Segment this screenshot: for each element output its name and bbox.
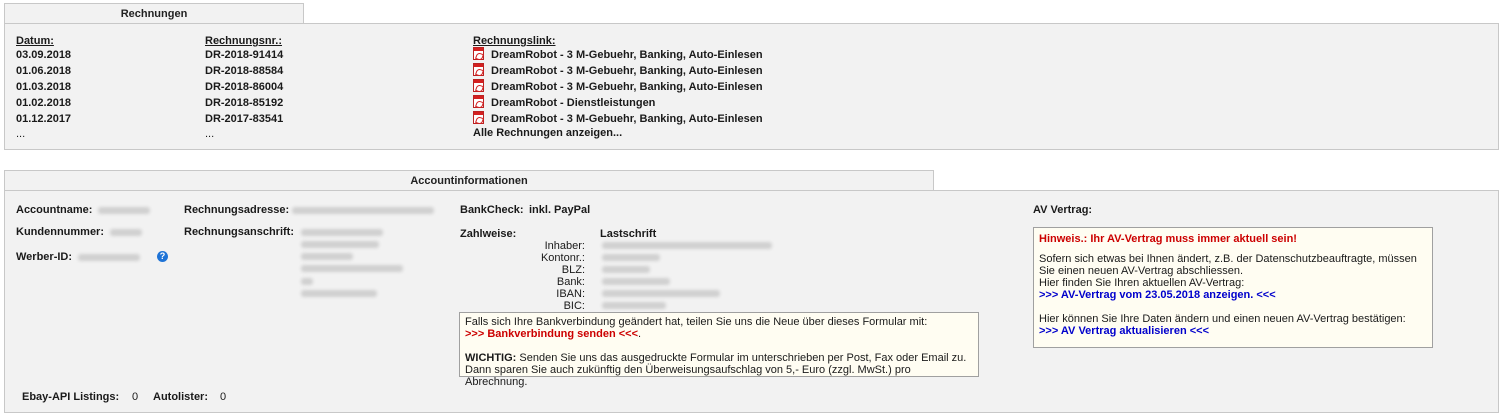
- bank-value-redacted: [602, 278, 670, 285]
- invoice-number: DR-2018-86004: [205, 81, 284, 93]
- invoice-link[interactable]: DreamRobot - 3 M-Gebuehr, Banking, Auto-…: [473, 63, 763, 79]
- ebay-api-listings-value: 0: [132, 391, 139, 403]
- kundennummer-label: Kundennummer:: [16, 226, 104, 238]
- werber-value-redacted: [78, 254, 140, 261]
- invoice-date: 01.02.2018: [16, 97, 72, 109]
- address-line-redacted: [301, 265, 403, 272]
- blz-value-redacted: [602, 266, 650, 273]
- invoice-link-label: DreamRobot - 3 M-Gebuehr, Banking, Auto-…: [491, 65, 763, 77]
- important-text: Senden Sie uns das ausgedruckte Formular…: [516, 352, 967, 364]
- invoice-link-label: DreamRobot - Dienstleistungen: [491, 97, 656, 109]
- invoices-tab-title: Rechnungen: [120, 8, 188, 20]
- address-line-redacted: [301, 253, 353, 260]
- bankcheck-value: inkl. PayPal: [529, 204, 591, 216]
- bank-field-label: BLZ:: [561, 264, 585, 276]
- invoice-link[interactable]: DreamRobot - 3 M-Gebuehr, Banking, Auto-…: [473, 79, 763, 95]
- bank-field-label: Bank:: [556, 276, 585, 288]
- av-show-contract-link[interactable]: >>> AV-Vertrag vom 23.05.2018 anzeigen. …: [1039, 289, 1427, 301]
- accountname-value-redacted: [98, 207, 150, 214]
- ebay-api-listings-label: Ebay-API Listings:: [22, 391, 120, 403]
- bank-field-label: Kontonr.:: [540, 252, 585, 264]
- av-hint: Hinweis.: Ihr AV-Vertrag muss immer aktu…: [1039, 233, 1297, 245]
- invoice-link[interactable]: DreamRobot - 3 M-Gebuehr, Banking, Auto-…: [473, 111, 763, 127]
- av-vertrag-box: Hinweis.: Ihr AV-Vertrag muss immer aktu…: [1033, 227, 1433, 348]
- account-tab-title: Accountinformationen: [410, 175, 528, 187]
- av-text-3: Hier finden Sie Ihren aktuellen AV-Vertr…: [1039, 277, 1245, 289]
- account-panel: Accountname: Kundennummer: Werber-ID: ? …: [4, 190, 1499, 413]
- invoice-link[interactable]: DreamRobot - Dienstleistungen: [473, 95, 655, 111]
- invoices-tab: Rechnungen: [4, 3, 304, 24]
- kontonr-value-redacted: [602, 254, 660, 261]
- zahlweise-value: Lastschrift: [600, 228, 657, 240]
- address-line-redacted: [301, 290, 377, 297]
- iban-value-redacted: [602, 290, 720, 297]
- invoice-number: DR-2018-88584: [205, 65, 284, 77]
- av-update-contract-link[interactable]: >>> AV Vertrag aktualisieren <<<: [1039, 325, 1427, 337]
- address-line-redacted: [301, 278, 313, 285]
- invoice-link-label: DreamRobot - 3 M-Gebuehr, Banking, Auto-…: [491, 113, 763, 125]
- address-line-redacted: [301, 229, 383, 236]
- invoice-link[interactable]: DreamRobot - 3 M-Gebuehr, Banking, Auto-…: [473, 47, 763, 63]
- question-circle-icon[interactable]: ?: [157, 251, 168, 262]
- header-date: Datum:: [16, 35, 54, 47]
- header-link: Rechnungslink:: [473, 35, 556, 47]
- pdf-icon: [473, 47, 484, 60]
- invoices-panel: Datum: Rechnungsnr.: Rechnungslink: 03.0…: [4, 23, 1499, 150]
- invoice-link-label: DreamRobot - 3 M-Gebuehr, Banking, Auto-…: [491, 49, 763, 61]
- pdf-icon: [473, 79, 484, 92]
- bank-change-note: Falls sich Ihre Bankverbindung geändert …: [459, 312, 979, 388]
- ellipsis-date: ...: [16, 128, 26, 140]
- bank-note-line4: Dann sparen Sie auch zukünftig den Überw…: [465, 364, 911, 388]
- kundennummer-value-redacted: [110, 229, 142, 236]
- pdf-icon: [473, 111, 484, 124]
- pdf-icon: [473, 63, 484, 76]
- autolister-value: 0: [220, 391, 227, 403]
- invoice-link-label: DreamRobot - 3 M-Gebuehr, Banking, Auto-…: [491, 81, 763, 93]
- autolister-label: Autolister:: [153, 391, 208, 403]
- bankcheck-label: BankCheck:: [460, 204, 524, 216]
- bank-field-label: Inhaber:: [544, 240, 585, 252]
- werber-label: Werber-ID:: [16, 251, 73, 263]
- bank-note-line1: Falls sich Ihre Bankverbindung geändert …: [465, 316, 928, 328]
- important-label: WICHTIG:: [465, 352, 517, 364]
- bic-value-redacted: [602, 302, 666, 309]
- bank-note-link-line: >>> Bankverbindung senden <<<.: [465, 328, 973, 340]
- av-text-2: Sie einen neuen AV-Vertrag abschliessen.: [1039, 265, 1244, 277]
- invoice-date: 01.03.2018: [16, 81, 72, 93]
- av-text-1: Sofern sich etwas bei Ihnen ändert, z.B.…: [1039, 253, 1417, 265]
- invoice-date: 03.09.2018: [16, 49, 72, 61]
- pdf-icon: [473, 95, 484, 108]
- invoice-number: DR-2018-91414: [205, 49, 284, 61]
- inhaber-value-redacted: [602, 242, 772, 249]
- rechnungsadresse-label: Rechnungsadresse:: [184, 204, 290, 216]
- address-line-redacted: [301, 241, 379, 248]
- rechnungsanschrift-label: Rechnungsanschrift:: [184, 226, 295, 238]
- bank-field-label: IBAN:: [556, 288, 585, 300]
- bank-note-link-suffix: .: [638, 328, 642, 340]
- invoice-number: DR-2018-85192: [205, 97, 284, 109]
- rechnungsadresse-value-redacted: [292, 207, 434, 214]
- av-vertrag-label: AV Vertrag:: [1033, 204, 1093, 216]
- invoice-date: 01.12.2017: [16, 113, 72, 125]
- invoice-date: 01.06.2018: [16, 65, 72, 77]
- account-tab: Accountinformationen: [4, 170, 934, 191]
- bank-note-important: WICHTIG: Senden Sie uns das ausgedruckte…: [465, 352, 973, 364]
- invoice-number: DR-2017-83541: [205, 113, 284, 125]
- send-bank-details-link[interactable]: >>> Bankverbindung senden <<<: [465, 328, 638, 340]
- av-text-4: Hier können Sie Ihre Daten ändern und ei…: [1039, 313, 1406, 325]
- show-all-invoices-link[interactable]: Alle Rechnungen anzeigen...: [473, 126, 622, 140]
- ellipsis-number: ...: [205, 128, 215, 140]
- accountname-label: Accountname:: [16, 204, 93, 216]
- bank-field-label: BIC:: [563, 300, 585, 312]
- zahlweise-label: Zahlweise:: [460, 228, 517, 240]
- header-number: Rechnungsnr.:: [205, 35, 283, 47]
